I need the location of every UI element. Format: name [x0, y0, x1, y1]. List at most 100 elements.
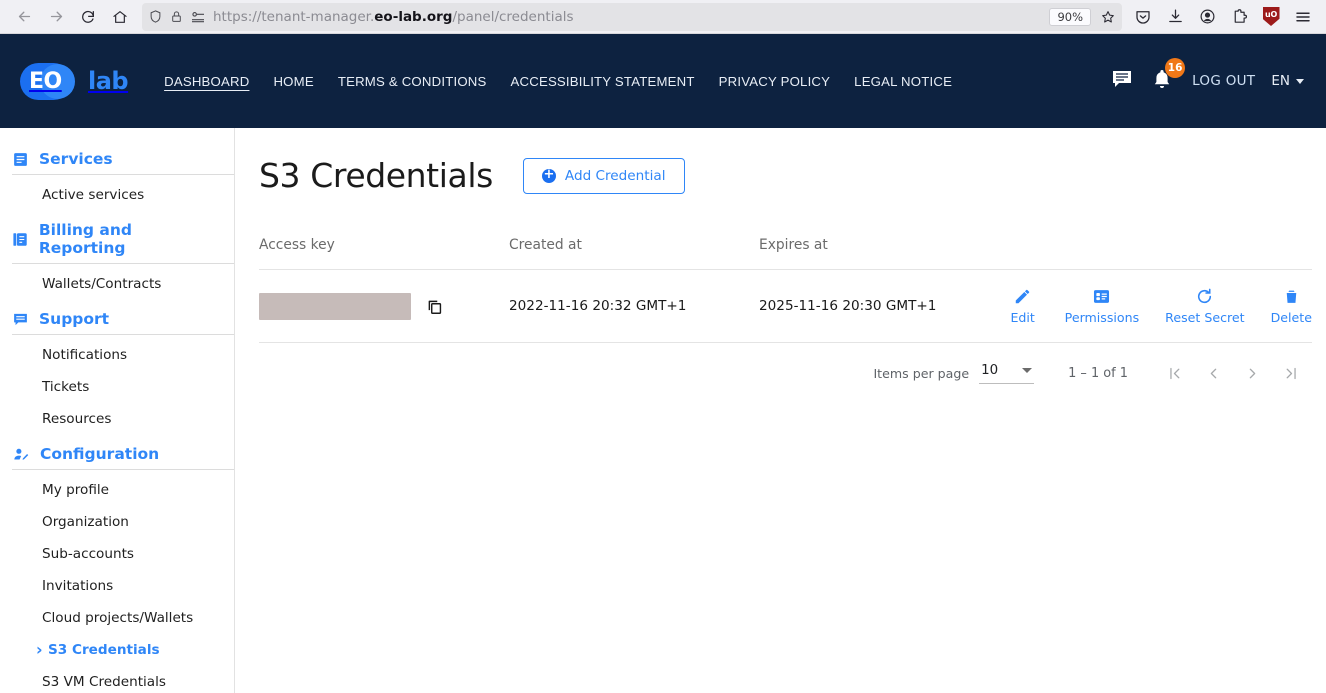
- reload-button[interactable]: [72, 3, 104, 31]
- previous-page-icon: [1210, 368, 1217, 379]
- table-header: Access key Created at Expires at: [259, 237, 1312, 270]
- back-arrow-icon: [18, 11, 30, 22]
- sidebar-item-cloud-projects-wallets[interactable]: Cloud projects/Wallets: [0, 602, 234, 634]
- tracking-protection-shield-icon[interactable]: [148, 9, 163, 24]
- list-box-icon: [14, 152, 27, 166]
- nav-home[interactable]: HOME: [273, 74, 313, 89]
- eo-lab-logo[interactable]: EO lab: [20, 62, 129, 100]
- last-page-icon: [1286, 367, 1296, 380]
- nav-accessibility-statement[interactable]: ACCESSIBILITY STATEMENT: [511, 74, 695, 89]
- row-actions: Edit Permissions Reset Secret Delete: [999, 287, 1312, 325]
- sidebar-item-active-services[interactable]: Active services: [0, 179, 234, 211]
- manage-accounts-icon: [14, 448, 29, 460]
- bookmark-star-icon[interactable]: [1100, 9, 1116, 25]
- extensions-button[interactable]: [1224, 3, 1254, 31]
- cell-expires-at: 2025-11-16 20:30 GMT+1: [759, 269, 999, 343]
- pocket-save-icon: [1136, 10, 1150, 24]
- nav-privacy-policy[interactable]: PRIVACY POLICY: [719, 74, 831, 89]
- sidebar-heading-label: Configuration: [40, 445, 160, 463]
- previous-page-button[interactable]: [1205, 365, 1222, 382]
- sidebar-group-services: Services Active services: [0, 142, 234, 211]
- items-per-page-select[interactable]: 10: [979, 363, 1035, 384]
- home-button[interactable]: [104, 3, 136, 31]
- back-button[interactable]: [8, 3, 40, 31]
- table-body: 2022-11-16 20:32 GMT+1 2025-11-16 20:30 …: [259, 269, 1312, 343]
- permissions-button[interactable]: Permissions: [1065, 287, 1139, 325]
- sidebar-item-wallets-contracts[interactable]: Wallets/Contracts: [0, 268, 234, 300]
- sidebar-item-my-profile[interactable]: My profile: [0, 474, 234, 506]
- nav-terms-conditions[interactable]: TERMS & CONDITIONS: [338, 74, 487, 89]
- pocket-save-button[interactable]: [1128, 3, 1158, 31]
- sidebar-group-support: Support Notifications Tickets Resources: [0, 302, 234, 435]
- address-bar[interactable]: https://tenant-manager.eo-lab.org/panel/…: [142, 2, 1122, 31]
- chat-support-icon: [14, 313, 27, 325]
- add-credential-label: Add Credential: [564, 167, 666, 184]
- forward-arrow-icon: [50, 11, 62, 22]
- sidebar-item-organization[interactable]: Organization: [0, 506, 234, 538]
- copy-icon[interactable]: [425, 297, 444, 316]
- site-header: EO lab DASHBOARD HOME TERMS & CONDITIONS…: [0, 34, 1326, 128]
- page-range-label: 1 – 1 of 1: [1068, 366, 1128, 381]
- next-page-icon: [1249, 368, 1256, 379]
- downloads-icon: [1168, 9, 1182, 23]
- trash-icon: [1286, 290, 1297, 303]
- reset-secret-label: Reset Secret: [1165, 310, 1245, 325]
- column-header-access-key: Access key: [259, 237, 335, 253]
- account-button[interactable]: [1192, 3, 1222, 31]
- table-row: 2022-11-16 20:32 GMT+1 2025-11-16 20:30 …: [259, 269, 1312, 343]
- logo-mark: EO: [20, 62, 82, 100]
- add-credential-button[interactable]: + Add Credential: [522, 157, 685, 194]
- page-body: Services Active services Billing and Rep…: [0, 128, 1326, 693]
- sidebar-item-s3-credentials[interactable]: S3 Credentials: [0, 634, 234, 666]
- language-selector[interactable]: EN: [1271, 73, 1304, 89]
- chevron-down-icon: [1296, 78, 1304, 84]
- nav-dashboard[interactable]: DASHBOARD: [164, 74, 249, 89]
- zoom-level-indicator[interactable]: 90%: [1049, 7, 1091, 26]
- site-permissions-icon[interactable]: [190, 10, 206, 24]
- chevron-down-icon: [1022, 368, 1033, 373]
- first-page-button[interactable]: [1166, 365, 1183, 382]
- header-actions: 16 LOG OUT EN: [1110, 58, 1304, 96]
- last-page-button[interactable]: [1283, 365, 1300, 382]
- divider: [12, 263, 234, 264]
- sidebar-group-configuration: Configuration My profile Organization Su…: [0, 437, 234, 693]
- sidebar-item-s3-vm-credentials[interactable]: S3 VM Credentials: [0, 666, 234, 693]
- notifications-button[interactable]: 16: [1150, 58, 1186, 96]
- browser-toolbar: https://tenant-manager.eo-lab.org/panel/…: [0, 0, 1326, 34]
- sidebar-heading-billing: Billing and Reporting: [0, 213, 234, 263]
- language-label: EN: [1271, 73, 1290, 89]
- home-icon: [113, 10, 127, 23]
- sidebar-item-tickets[interactable]: Tickets: [0, 371, 234, 403]
- account-icon: [1200, 9, 1214, 24]
- sidebar-heading-support: Support: [0, 302, 234, 334]
- next-page-button[interactable]: [1244, 365, 1261, 382]
- logo-lab-text: lab: [88, 67, 129, 95]
- sidebar-item-notifications[interactable]: Notifications: [0, 339, 234, 371]
- page-header-row: S3 Credentials + Add Credential: [259, 156, 1312, 195]
- forward-button[interactable]: [40, 3, 72, 31]
- sidebar-heading-services: Services: [0, 142, 234, 174]
- reload-icon: [82, 10, 94, 23]
- cell-actions: Edit Permissions Reset Secret Delete: [999, 269, 1312, 343]
- sidebar-item-resources[interactable]: Resources: [0, 403, 234, 435]
- nav-legal-notice[interactable]: LEGAL NOTICE: [854, 74, 952, 89]
- delete-button[interactable]: Delete: [1271, 287, 1312, 325]
- logout-link[interactable]: LOG OUT: [1192, 73, 1255, 89]
- sidebar-item-invitations[interactable]: Invitations: [0, 570, 234, 602]
- sidebar-heading-label: Services: [39, 150, 113, 168]
- column-header-created-at: Created at: [509, 237, 582, 253]
- ublock-origin-button[interactable]: uO: [1256, 3, 1286, 31]
- reset-secret-button[interactable]: Reset Secret: [1165, 287, 1245, 325]
- refresh-icon: [1198, 288, 1212, 304]
- sidebar: Services Active services Billing and Rep…: [0, 128, 235, 693]
- app-menu-button[interactable]: [1288, 3, 1318, 31]
- downloads-button[interactable]: [1160, 3, 1190, 31]
- url-text: https://tenant-manager.eo-lab.org/panel/…: [213, 9, 1042, 25]
- sidebar-heading-configuration: Configuration: [0, 437, 234, 469]
- chat-button[interactable]: [1110, 67, 1134, 95]
- edit-button[interactable]: Edit: [1007, 287, 1039, 325]
- sidebar-item-sub-accounts[interactable]: Sub-accounts: [0, 538, 234, 570]
- divider: [12, 174, 234, 175]
- page-title: S3 Credentials: [259, 156, 493, 195]
- sidebar-group-billing: Billing and Reporting Wallets/Contracts: [0, 213, 234, 300]
